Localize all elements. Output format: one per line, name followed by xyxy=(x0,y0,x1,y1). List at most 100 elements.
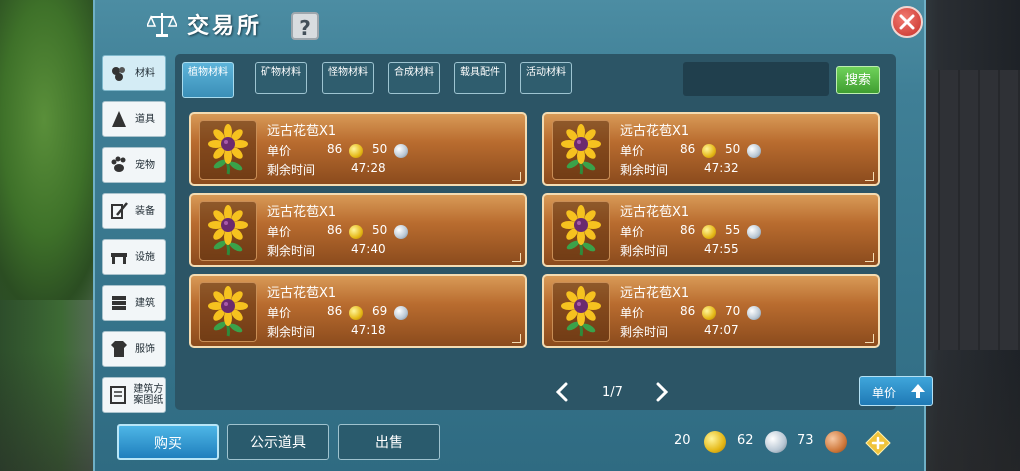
item-name: 远古花苞X1 xyxy=(620,124,690,139)
silver-price: 70 xyxy=(725,304,741,318)
silver-price: 50 xyxy=(372,223,388,237)
showcase-items-button[interactable]: 公示道具 xyxy=(227,424,329,460)
card-corner-ornament xyxy=(865,253,874,262)
building-icon xyxy=(107,291,131,315)
time-remaining-label: 剩余时间 xyxy=(620,163,669,177)
item-thumbnail xyxy=(552,201,610,261)
unit-price-label: 单价 xyxy=(620,144,645,158)
facility-icon xyxy=(107,245,131,269)
close-button[interactable] xyxy=(891,6,923,38)
unit-price-sort-button[interactable]: 单价 xyxy=(859,376,933,406)
sidebar-item-building[interactable]: 建筑 xyxy=(102,285,166,321)
time-remaining-label: 剩余时间 xyxy=(267,325,316,339)
unit-price-label: 单价 xyxy=(620,225,645,239)
buy-button[interactable]: 购买 xyxy=(117,424,219,460)
item-name: 远古花苞X1 xyxy=(267,286,337,301)
gold-price: 86 xyxy=(680,304,696,318)
previous-page-icon[interactable] xyxy=(555,382,569,402)
search-button[interactable]: 搜索 xyxy=(836,66,880,94)
materials-icon xyxy=(107,61,131,85)
scale-icon xyxy=(147,13,177,37)
sort-arrow-icon xyxy=(911,384,925,398)
time-remaining-label: 剩余时间 xyxy=(620,244,669,258)
gold-price: 86 xyxy=(680,223,696,237)
sort-label: 单价 xyxy=(872,386,897,400)
blueprint-icon xyxy=(107,383,129,407)
next-page-icon[interactable] xyxy=(655,382,669,402)
item-name: 远古花苞X1 xyxy=(620,205,690,220)
sidebar-item-pets[interactable]: 宠物 xyxy=(102,147,166,183)
unit-price-label: 单价 xyxy=(620,306,645,320)
page-indicator: 1/7 xyxy=(602,385,623,400)
trading-panel: 交易所 ? 材料 道具 宠物 装备 设施 建筑 服饰 建筑方案图纸 植物材料 矿… xyxy=(93,0,933,471)
sidebar-label: 装备 xyxy=(135,205,155,217)
sunflower-bud-icon xyxy=(208,124,248,175)
time-remaining-value: 47:28 xyxy=(351,161,386,175)
listing-card[interactable]: 远古花苞X1 单价 86 70 剩余时间 47:07 xyxy=(542,274,880,348)
copper-amount: 73 xyxy=(797,433,814,448)
gold-amount: 20 xyxy=(674,433,691,448)
item-thumbnail xyxy=(199,120,257,180)
tab-vehicle-parts[interactable]: 载具配件 xyxy=(454,62,506,94)
sidebar-item-facility[interactable]: 设施 xyxy=(102,239,166,275)
silver-coin-icon xyxy=(747,144,761,158)
gold-coin-icon xyxy=(349,306,363,320)
clothing-icon xyxy=(107,337,131,361)
listing-card[interactable]: 远古花苞X1 单价 86 69 剩余时间 47:18 xyxy=(189,274,527,348)
item-name: 远古花苞X1 xyxy=(267,205,337,220)
sidebar-item-materials[interactable]: 材料 xyxy=(102,55,166,91)
sidebar-label: 宠物 xyxy=(135,159,155,171)
card-corner-ornament xyxy=(512,172,521,181)
sidebar-item-equipment[interactable]: 装备 xyxy=(102,193,166,229)
add-currency-button[interactable] xyxy=(865,430,891,456)
tab-crafting-materials[interactable]: 合成材料 xyxy=(388,62,440,94)
tab-mineral-materials[interactable]: 矿物材料 xyxy=(255,62,307,94)
help-button[interactable]: ? xyxy=(291,12,319,40)
gold-price: 86 xyxy=(327,304,343,318)
time-remaining-value: 47:55 xyxy=(704,242,739,256)
sidebar-label: 建筑 xyxy=(135,297,155,309)
listing-card[interactable]: 远古花苞X1 单价 86 50 剩余时间 47:28 xyxy=(189,112,527,186)
listing-card[interactable]: 远古花苞X1 单价 86 50 剩余时间 47:32 xyxy=(542,112,880,186)
sidebar-item-props[interactable]: 道具 xyxy=(102,101,166,137)
item-thumbnail xyxy=(199,201,257,261)
item-thumbnail xyxy=(552,282,610,342)
silver-price: 69 xyxy=(372,304,388,318)
gold-price: 86 xyxy=(327,142,343,156)
unit-price-label: 单价 xyxy=(267,225,292,239)
tab-monster-materials[interactable]: 怪物材料 xyxy=(322,62,374,94)
equipment-icon xyxy=(107,199,131,223)
card-corner-ornament xyxy=(512,253,521,262)
item-thumbnail xyxy=(552,120,610,180)
search-input[interactable] xyxy=(683,62,829,96)
silver-amount: 62 xyxy=(737,433,754,448)
silver-price: 55 xyxy=(725,223,741,237)
sidebar-label: 材料 xyxy=(135,67,155,79)
sidebar-item-clothing[interactable]: 服饰 xyxy=(102,331,166,367)
sell-button[interactable]: 出售 xyxy=(338,424,440,460)
time-remaining-value: 47:40 xyxy=(351,242,386,256)
silver-coin-icon xyxy=(394,225,408,239)
item-name: 远古花苞X1 xyxy=(620,286,690,301)
card-corner-ornament xyxy=(865,172,874,181)
item-thumbnail xyxy=(199,282,257,342)
tab-plant-materials[interactable]: 植物材料 xyxy=(182,62,234,98)
silver-price: 50 xyxy=(725,142,741,156)
unit-price-label: 单价 xyxy=(267,144,292,158)
market-content: 植物材料 矿物材料 怪物材料 合成材料 载具配件 活动材料 搜索 远古花苞X1 单… xyxy=(175,54,933,410)
unit-price-label: 单价 xyxy=(267,306,292,320)
gold-coin-icon xyxy=(704,431,726,453)
time-remaining-label: 剩余时间 xyxy=(267,163,316,177)
gold-coin-icon xyxy=(702,225,716,239)
listing-card[interactable]: 远古花苞X1 单价 86 55 剩余时间 47:55 xyxy=(542,193,880,267)
category-sidebar: 材料 道具 宠物 装备 设施 建筑 服饰 建筑方案图纸 xyxy=(102,55,168,423)
sidebar-label: 道具 xyxy=(135,113,155,125)
paw-icon xyxy=(107,153,131,177)
silver-coin-icon xyxy=(394,306,408,320)
sunflower-bud-icon xyxy=(561,205,601,256)
sidebar-item-blueprint[interactable]: 建筑方案图纸 xyxy=(102,377,166,413)
tab-event-materials[interactable]: 活动材料 xyxy=(520,62,572,94)
time-remaining-label: 剩余时间 xyxy=(620,325,669,339)
gold-price: 86 xyxy=(680,142,696,156)
listing-card[interactable]: 远古花苞X1 单价 86 50 剩余时间 47:40 xyxy=(189,193,527,267)
